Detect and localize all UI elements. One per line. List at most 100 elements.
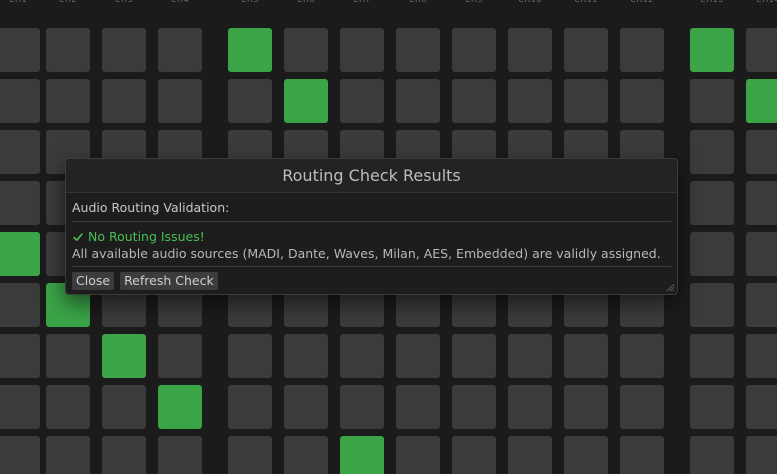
routing-cell[interactable] — [746, 385, 777, 429]
routing-cell[interactable] — [690, 79, 734, 123]
routing-cell[interactable] — [396, 436, 440, 474]
routing-cell[interactable] — [228, 334, 272, 378]
close-button[interactable]: Close — [72, 272, 115, 290]
routing-cell[interactable] — [102, 436, 146, 474]
dialog-buttons: Close Refresh Check — [72, 272, 671, 290]
routing-cell[interactable] — [284, 28, 328, 72]
routing-cell[interactable] — [508, 334, 552, 378]
check-icon — [73, 232, 83, 241]
routing-cell[interactable] — [284, 385, 328, 429]
routing-cell[interactable] — [564, 436, 608, 474]
routing-cell[interactable] — [746, 130, 777, 174]
routing-cell-active[interactable] — [340, 436, 384, 474]
routing-cell[interactable] — [746, 436, 777, 474]
routing-cell[interactable] — [746, 28, 777, 72]
routing-cell-active[interactable] — [284, 79, 328, 123]
routing-cell[interactable] — [690, 283, 734, 327]
routing-cell[interactable] — [0, 79, 40, 123]
routing-cell-active[interactable] — [690, 28, 734, 72]
routing-cell[interactable] — [228, 79, 272, 123]
divider — [72, 221, 671, 222]
routing-cell[interactable] — [284, 436, 328, 474]
routing-cell[interactable] — [158, 79, 202, 123]
routing-cell[interactable] — [690, 436, 734, 474]
routing-cell[interactable] — [746, 283, 777, 327]
routing-cell[interactable] — [620, 79, 664, 123]
routing-cell[interactable] — [340, 28, 384, 72]
dialog-titlebar[interactable]: Routing Check Results — [66, 159, 677, 193]
validation-heading: Audio Routing Validation: — [72, 200, 230, 215]
routing-cell[interactable] — [620, 385, 664, 429]
routing-cell[interactable] — [340, 334, 384, 378]
dialog-body: Audio Routing Validation: No Routing Iss… — [66, 193, 677, 290]
routing-cell[interactable] — [690, 181, 734, 225]
routing-cell-active[interactable] — [158, 385, 202, 429]
routing-cell[interactable] — [284, 334, 328, 378]
routing-cell[interactable] — [0, 181, 40, 225]
column-label: CH1 — [0, 0, 40, 4]
column-label: CH6 — [284, 0, 328, 4]
routing-cell[interactable] — [0, 283, 40, 327]
routing-cell[interactable] — [746, 181, 777, 225]
routing-cell[interactable] — [228, 436, 272, 474]
refresh-check-button[interactable]: Refresh Check — [120, 272, 218, 290]
status-detail: All available audio sources (MADI, Dante… — [72, 246, 661, 261]
routing-cell[interactable] — [564, 385, 608, 429]
routing-cell[interactable] — [158, 28, 202, 72]
routing-cell[interactable] — [396, 334, 440, 378]
routing-cell[interactable] — [452, 28, 496, 72]
routing-check-dialog: Routing Check Results Audio Routing Vali… — [65, 158, 678, 295]
routing-cell[interactable] — [102, 385, 146, 429]
routing-cell[interactable] — [396, 79, 440, 123]
routing-cell[interactable] — [746, 232, 777, 276]
routing-cell[interactable] — [564, 334, 608, 378]
column-label: CH4 — [158, 0, 202, 4]
resize-grip-icon[interactable] — [665, 282, 675, 292]
column-label: CH7 — [340, 0, 384, 4]
routing-cell[interactable] — [690, 130, 734, 174]
routing-cell[interactable] — [508, 385, 552, 429]
routing-cell[interactable] — [508, 28, 552, 72]
routing-cell[interactable] — [396, 28, 440, 72]
routing-cell[interactable] — [46, 79, 90, 123]
routing-cell[interactable] — [564, 79, 608, 123]
routing-cell[interactable] — [452, 385, 496, 429]
routing-cell[interactable] — [452, 79, 496, 123]
routing-cell[interactable] — [452, 436, 496, 474]
status-line: No Routing Issues! — [72, 228, 671, 245]
routing-cell[interactable] — [102, 28, 146, 72]
routing-cell[interactable] — [340, 79, 384, 123]
column-label: CH5 — [228, 0, 272, 4]
routing-cell[interactable] — [340, 385, 384, 429]
routing-cell[interactable] — [46, 436, 90, 474]
routing-cell[interactable] — [690, 385, 734, 429]
routing-cell[interactable] — [0, 28, 40, 72]
routing-cell[interactable] — [0, 334, 40, 378]
routing-cell[interactable] — [46, 385, 90, 429]
routing-cell-active[interactable] — [0, 232, 40, 276]
routing-cell[interactable] — [508, 436, 552, 474]
routing-cell[interactable] — [746, 334, 777, 378]
routing-cell[interactable] — [620, 28, 664, 72]
routing-cell[interactable] — [46, 334, 90, 378]
routing-cell[interactable] — [0, 385, 40, 429]
routing-cell[interactable] — [508, 79, 552, 123]
routing-cell[interactable] — [0, 436, 40, 474]
routing-cell-active[interactable] — [746, 79, 777, 123]
routing-cell[interactable] — [0, 130, 40, 174]
column-label: CH11 — [564, 0, 608, 4]
routing-cell[interactable] — [690, 334, 734, 378]
routing-cell[interactable] — [620, 436, 664, 474]
routing-cell[interactable] — [452, 334, 496, 378]
routing-cell[interactable] — [46, 28, 90, 72]
routing-cell[interactable] — [158, 436, 202, 474]
routing-cell[interactable] — [620, 334, 664, 378]
routing-cell[interactable] — [102, 79, 146, 123]
routing-cell[interactable] — [396, 385, 440, 429]
routing-cell-active[interactable] — [228, 28, 272, 72]
routing-cell[interactable] — [158, 334, 202, 378]
routing-cell-active[interactable] — [102, 334, 146, 378]
routing-cell[interactable] — [564, 28, 608, 72]
routing-cell[interactable] — [228, 385, 272, 429]
routing-cell[interactable] — [690, 232, 734, 276]
